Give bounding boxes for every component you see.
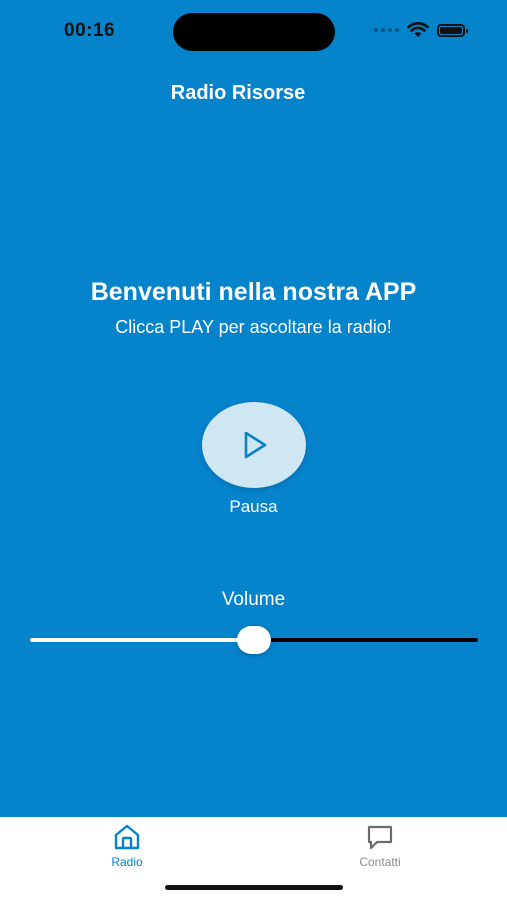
wifi-icon bbox=[407, 22, 429, 37]
tab-contatti-label: Contatti bbox=[359, 855, 401, 869]
page-title: Radio Risorse bbox=[170, 82, 306, 104]
volume-label: Volume bbox=[221, 589, 286, 610]
volume-slider[interactable] bbox=[30, 624, 478, 656]
dynamic-island bbox=[173, 13, 335, 51]
tab-contatti[interactable]: Contatti bbox=[320, 823, 440, 869]
home-indicator bbox=[165, 885, 343, 890]
status-time: 00:16 bbox=[64, 20, 116, 41]
play-button[interactable] bbox=[202, 402, 306, 488]
welcome-subtitle: Clicca PLAY per ascoltare la radio! bbox=[115, 317, 392, 337]
volume-slider-thumb[interactable] bbox=[237, 626, 271, 654]
radio-screen: 00:16 Radio Risorse Benvenuti nella nost… bbox=[0, 0, 507, 900]
home-icon bbox=[114, 824, 140, 850]
battery-icon bbox=[437, 23, 468, 37]
status-icons bbox=[374, 22, 468, 38]
welcome-title: Benvenuti nella nostra APP bbox=[90, 278, 417, 306]
chat-bubble-icon bbox=[367, 825, 393, 850]
tab-radio-label: Radio bbox=[111, 855, 143, 869]
play-icon bbox=[244, 431, 267, 459]
volume-slider-fill bbox=[30, 638, 254, 642]
signal-dots-icon bbox=[374, 28, 399, 32]
play-button-label: Pausa bbox=[229, 497, 278, 516]
tab-radio[interactable]: Radio bbox=[67, 823, 187, 869]
